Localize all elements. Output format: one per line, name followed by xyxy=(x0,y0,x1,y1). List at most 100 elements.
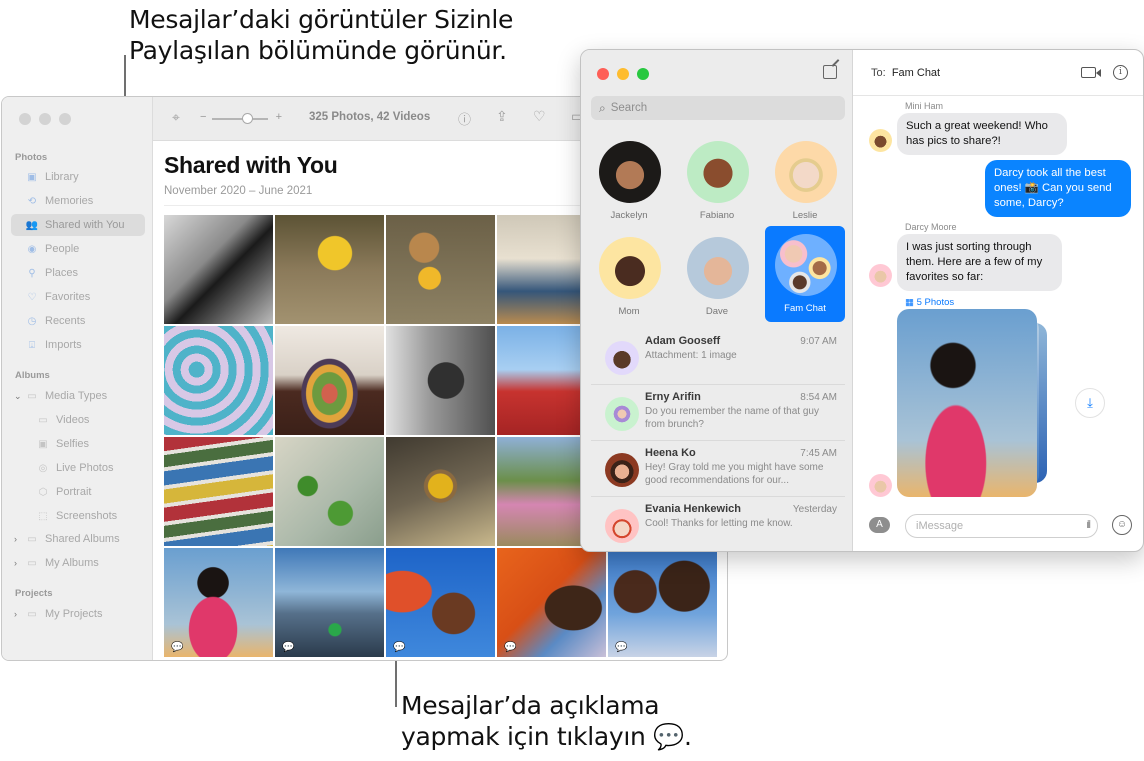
photo-thumbnail[interactable] xyxy=(275,215,384,324)
sidebar-item-library[interactable]: ▣ Library xyxy=(11,166,145,188)
pinned-contact-dave[interactable]: Dave xyxy=(677,229,757,325)
conversation-item[interactable]: Erny Arifin 8:54 AM Do you remember the … xyxy=(591,385,845,441)
group-avatar xyxy=(775,234,837,296)
search-input[interactable]: ⌕ Search xyxy=(591,96,845,120)
zoom-out-icon[interactable]: − xyxy=(200,111,206,123)
sidebar-item-recents[interactable]: ◷ Recents xyxy=(11,310,145,332)
sidebar-item-imports[interactable]: ⍗ Imports xyxy=(11,334,145,356)
date-range: November 2020 – June 2021 xyxy=(164,185,313,197)
zoom-in-icon[interactable]: + xyxy=(276,111,282,123)
avatar xyxy=(605,453,639,487)
sidebar-item-videos[interactable]: ▭ Videos xyxy=(11,409,145,431)
facetime-video-icon[interactable] xyxy=(1081,67,1101,78)
sidebar-item-shared-with-you[interactable]: 👥 Shared with You xyxy=(11,214,145,236)
photo-thumbnail[interactable]: 💬 xyxy=(497,548,606,657)
sidebar-item-my-albums[interactable]: › ▭ My Albums xyxy=(11,552,145,574)
pinned-contact-jackelyn[interactable]: Jackelyn xyxy=(589,133,669,229)
zoom-slider-knob[interactable] xyxy=(242,113,253,124)
people-icon: ◉ xyxy=(27,243,37,255)
emoji-icon[interactable]: ☺ xyxy=(1112,515,1132,535)
messages-window: ⌕ Search Jackelyn Fabiano Leslie Mom Dav… xyxy=(580,49,1144,552)
pinned-contact-fam-chat[interactable]: Fam Chat xyxy=(765,226,845,322)
chevron-right-icon[interactable]: › xyxy=(14,609,24,619)
minimize-button[interactable] xyxy=(39,113,51,125)
sidebar-item-favorites[interactable]: ♡ Favorites xyxy=(11,286,145,308)
places-icon: ⚲ xyxy=(28,267,36,279)
photo-stack-link[interactable]: ▦ 5 Photos xyxy=(905,297,954,308)
heart-icon[interactable]: ♡ xyxy=(533,108,546,125)
compose-bar: A iMessage ılıl ☺ xyxy=(853,501,1143,551)
share-icon[interactable]: ⇪ xyxy=(496,108,508,125)
sidebar-item-my-projects[interactable]: › ▭ My Projects xyxy=(11,603,145,625)
comment-icon[interactable]: 💬 xyxy=(393,642,405,653)
save-photos-button[interactable]: ⤓ xyxy=(1075,388,1105,418)
item-count: 325 Photos, 42 Videos xyxy=(309,111,431,123)
album-stack-icon: ▭ xyxy=(27,608,37,620)
sidebar-item-media-types[interactable]: ⌄ ▭ Media Types xyxy=(11,385,145,407)
comment-icon[interactable]: 💬 xyxy=(504,642,516,653)
comment-icon[interactable]: 💬 xyxy=(171,642,183,653)
zoom-button[interactable] xyxy=(59,113,71,125)
audio-waveform-icon[interactable]: ılıl xyxy=(1086,519,1091,531)
photo-thumbnail[interactable] xyxy=(386,437,495,546)
conversation-item[interactable]: Evania Henkewich Yesterday Cool! Thanks … xyxy=(591,497,845,551)
sidebar-section-albums: Albums xyxy=(15,370,50,381)
photo-thumbnail[interactable]: 💬 xyxy=(275,548,384,657)
avatar xyxy=(599,141,661,203)
photo-thumbnail[interactable]: 💬 xyxy=(608,548,717,657)
conversation-item[interactable]: Adam Gooseff 9:07 AM Attachment: 1 image xyxy=(591,329,845,385)
zoom-button[interactable] xyxy=(637,68,649,80)
info-icon[interactable]: i xyxy=(1113,65,1128,80)
comment-icon[interactable]: 💬 xyxy=(282,642,294,653)
sidebar-section-projects: Projects xyxy=(15,588,53,599)
chevron-down-icon[interactable]: ⌄ xyxy=(14,391,24,402)
shared-with-you-icon: 👥 xyxy=(25,219,39,231)
album-stack-icon: ▭ xyxy=(27,390,37,402)
sidebar-item-live-photos[interactable]: ◎ Live Photos xyxy=(11,457,145,479)
window-controls xyxy=(19,113,71,125)
message-input[interactable]: iMessage ılıl xyxy=(905,514,1098,538)
recipient-field[interactable]: To: Fam Chat xyxy=(871,67,940,79)
sidebar-item-selfies[interactable]: ▣ Selfies xyxy=(11,433,145,455)
compose-icon[interactable] xyxy=(823,65,837,79)
pinned-contact-leslie[interactable]: Leslie xyxy=(765,133,845,229)
minimize-button[interactable] xyxy=(617,68,629,80)
close-button[interactable] xyxy=(19,113,31,125)
photo-thumbnail[interactable]: 💬 xyxy=(164,548,273,657)
photo-thumbnail[interactable] xyxy=(386,326,495,435)
video-icon: ▭ xyxy=(38,414,48,426)
photos-sidebar: Photos ▣ Library ⟲ Memories 👥 Shared with Y… xyxy=(2,97,153,660)
zoom-slider[interactable]: − + xyxy=(200,111,282,127)
sidebar-item-places[interactable]: ⚲ Places xyxy=(11,262,145,284)
close-button[interactable] xyxy=(597,68,609,80)
photo-thumbnail[interactable] xyxy=(164,215,273,324)
fit-to-window-icon[interactable]: ⌖ xyxy=(172,109,180,126)
photo-stack[interactable] xyxy=(897,309,1047,499)
info-icon[interactable]: ⓘ xyxy=(458,109,471,128)
photo-thumbnail[interactable]: 💬 xyxy=(386,548,495,657)
grid-icon: ▦ xyxy=(905,297,914,308)
photo-thumbnail[interactable] xyxy=(386,215,495,324)
download-icon: ⤓ xyxy=(1087,395,1093,410)
sidebar-item-shared-albums[interactable]: › ▭ Shared Albums xyxy=(11,528,145,550)
chevron-right-icon[interactable]: › xyxy=(14,534,24,544)
selfie-icon: ▣ xyxy=(38,438,48,450)
pinned-contact-fabiano[interactable]: Fabiano xyxy=(677,133,757,229)
sidebar-item-people[interactable]: ◉ People xyxy=(11,238,145,260)
sidebar-item-memories[interactable]: ⟲ Memories xyxy=(11,190,145,212)
app-store-icon[interactable]: A xyxy=(869,517,890,533)
avatar xyxy=(687,141,749,203)
message-bubble: Darcy took all the best ones! 📸 Can you … xyxy=(985,160,1131,217)
photo-thumbnail[interactable] xyxy=(164,437,273,546)
chevron-right-icon[interactable]: › xyxy=(14,558,24,568)
photo-thumbnail[interactable] xyxy=(164,326,273,435)
conversation-item[interactable]: Heena Ko 7:45 AM Hey! Gray told me you m… xyxy=(591,441,845,497)
sidebar-item-screenshots[interactable]: ⬚ Screenshots xyxy=(11,505,145,527)
message-bubble: Such a great weekend! Who has pics to sh… xyxy=(897,113,1067,155)
pinned-contact-mom[interactable]: Mom xyxy=(589,229,669,325)
avatar xyxy=(605,509,639,543)
photo-thumbnail[interactable] xyxy=(275,437,384,546)
comment-icon[interactable]: 💬 xyxy=(615,642,627,653)
sidebar-item-portrait[interactable]: ⬡ Portrait xyxy=(11,481,145,503)
photo-thumbnail[interactable] xyxy=(275,326,384,435)
